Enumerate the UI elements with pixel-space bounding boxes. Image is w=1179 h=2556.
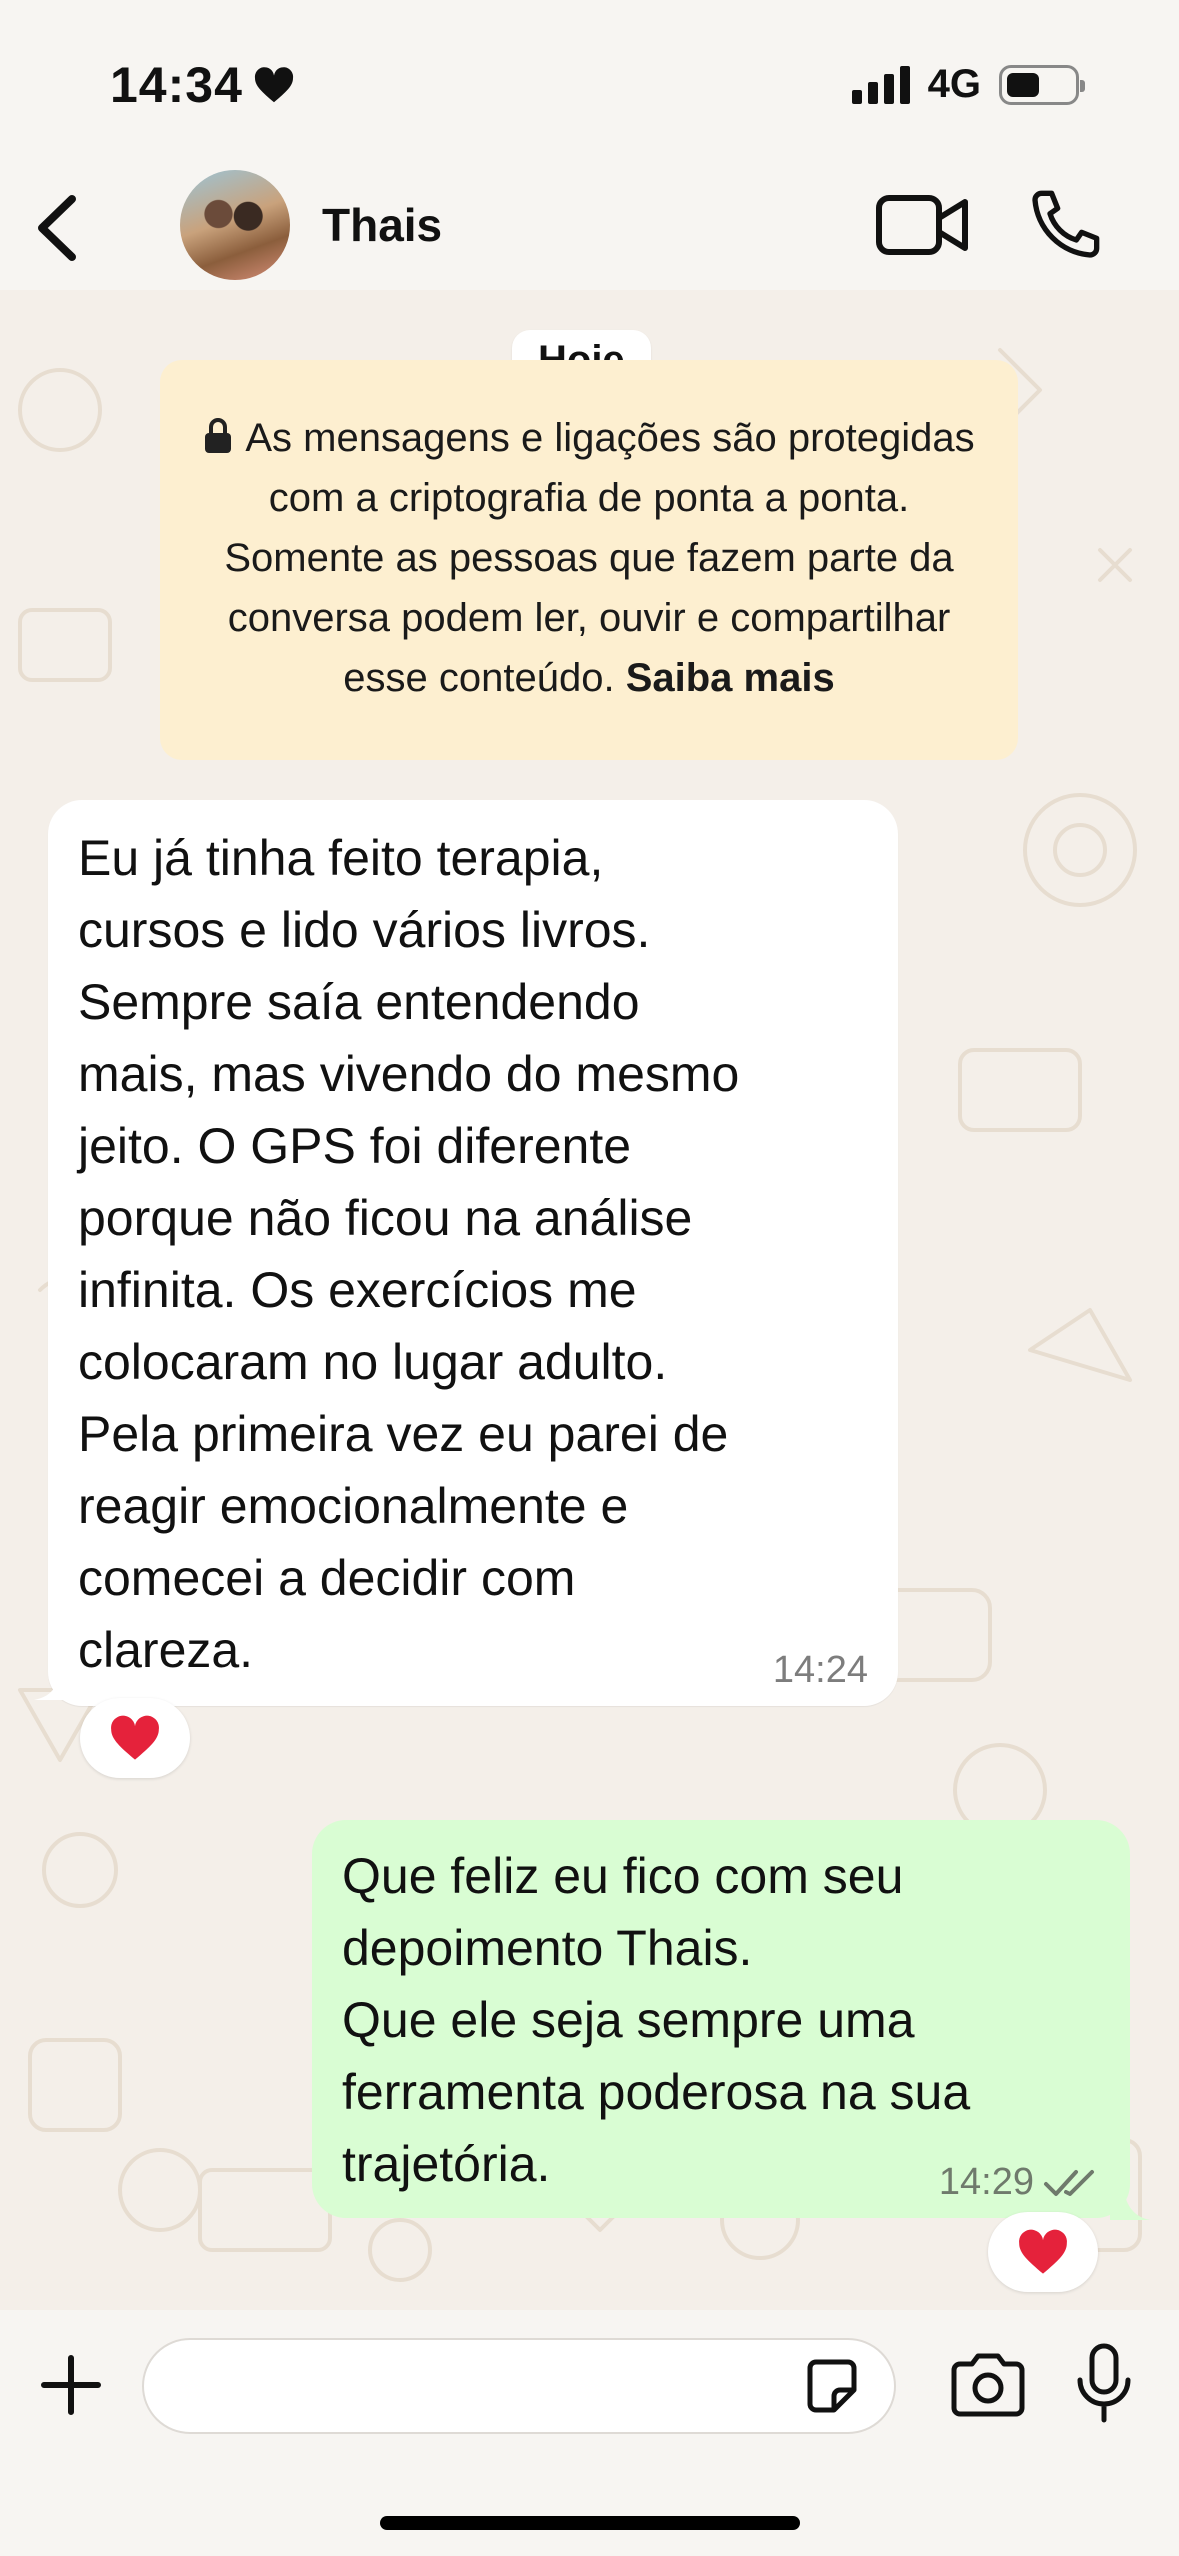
back-chevron-icon (38, 195, 76, 261)
video-call-button[interactable] (875, 190, 970, 260)
chat-header: Thais (0, 160, 1179, 290)
phone-icon (1032, 190, 1100, 258)
contact-name[interactable]: Thais (322, 198, 442, 252)
message-input[interactable] (142, 2338, 896, 2434)
microphone-button[interactable] (1074, 2342, 1134, 2426)
plus-icon (41, 2355, 101, 2415)
encryption-notice-text: As mensagens e ligações são protegidas c… (224, 416, 975, 700)
learn-more-link[interactable]: Saiba mais (626, 656, 835, 700)
message-reaction[interactable] (80, 1698, 190, 1778)
camera-icon (951, 2353, 1025, 2417)
message-time: 14:24 (772, 1649, 868, 1691)
double-check-read-icon (1044, 2169, 1094, 2196)
sticker-icon (807, 2359, 857, 2413)
cellular-signal-icon (851, 65, 910, 104)
heart-reaction-icon (111, 1715, 159, 1760)
battery-icon (999, 64, 1085, 105)
contact-avatar[interactable] (180, 170, 290, 280)
heart-status-icon (254, 67, 293, 103)
status-indicators: 4G (851, 62, 1085, 107)
home-indicator (380, 2516, 800, 2530)
network-type: 4G (927, 62, 981, 106)
status-clock: 14:34 (110, 56, 295, 114)
back-button[interactable] (22, 188, 92, 268)
sticker-button[interactable] (800, 2354, 864, 2418)
message-text: Que feliz eu fico com seu depoimento Tha… (342, 1848, 971, 2192)
bubble-tail (1110, 2170, 1150, 2220)
camera-button[interactable] (948, 2350, 1028, 2420)
status-time: 14:34 (110, 57, 243, 113)
message-text: Eu já tinha feito terapia, cursos e lido… (78, 830, 740, 1678)
heart-reaction-icon (1019, 2229, 1067, 2274)
lock-icon (205, 418, 232, 453)
microphone-icon (1077, 2343, 1131, 2423)
voice-call-button[interactable] (1025, 185, 1105, 265)
message-reaction[interactable] (988, 2212, 1098, 2292)
bubble-tail (34, 1660, 74, 1700)
incoming-message-bubble[interactable]: Eu já tinha feito terapia, cursos e lido… (48, 800, 898, 1706)
attach-button[interactable] (36, 2350, 106, 2420)
video-camera-icon (876, 195, 968, 255)
message-time: 14:29 (938, 2161, 1034, 2203)
message-input-bar (0, 2310, 1179, 2556)
status-bar: 14:34 4G (0, 0, 1179, 160)
encryption-notice[interactable]: As mensagens e ligações são protegidas c… (160, 360, 1018, 760)
outgoing-message-bubble[interactable]: Que feliz eu fico com seu depoimento Tha… (312, 1820, 1130, 2218)
message-meta: 14:29 (939, 2161, 1100, 2204)
